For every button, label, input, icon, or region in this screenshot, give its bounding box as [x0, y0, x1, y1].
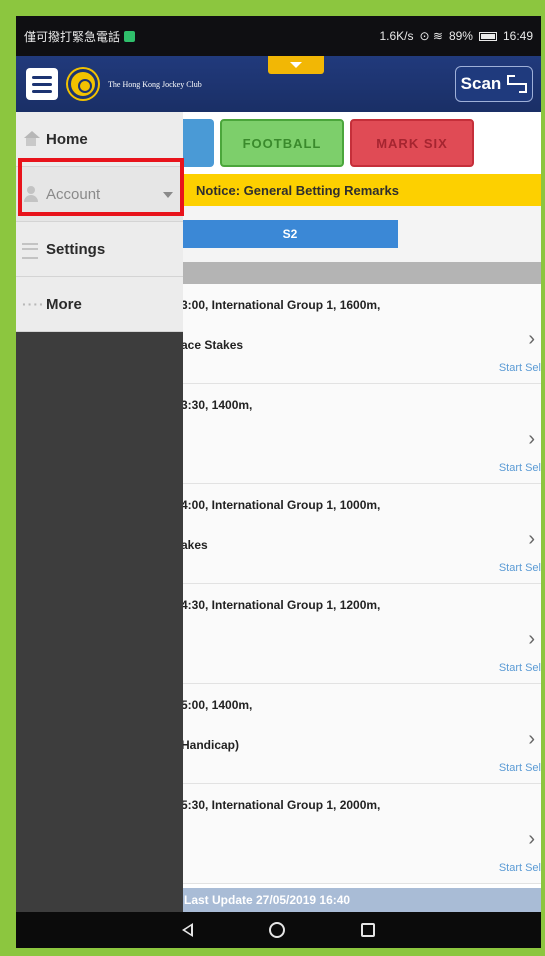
system-nav-bar	[16, 912, 541, 948]
chevron-right-icon[interactable]: ›	[528, 728, 535, 751]
scan-icon	[507, 75, 528, 93]
race-info: 5:00, 1400m,	[181, 698, 253, 712]
network-speed: 1.6K/s	[379, 29, 414, 43]
scan-button[interactable]: Scan	[455, 66, 533, 102]
start-sell-link[interactable]: Start Sel	[499, 762, 541, 774]
drawer-item-home[interactable]: Home	[16, 112, 183, 167]
drawer-item-label: Settings	[46, 240, 106, 258]
race-info: 3:00, International Group 1, 1600m,	[181, 298, 381, 312]
chevron-right-icon[interactable]: ›	[528, 628, 535, 651]
settings-icon	[22, 241, 40, 259]
battery-level: 89%	[448, 29, 473, 43]
start-sell-link[interactable]: Start Sel	[499, 362, 541, 374]
more-icon: ····	[22, 296, 45, 312]
start-sell-link[interactable]: Start Sel	[499, 862, 541, 874]
menu-icon[interactable]	[26, 68, 58, 100]
race-name: ace Stakes	[181, 338, 244, 352]
chevron-right-icon[interactable]: ›	[528, 428, 535, 451]
pull-down-tab[interactable]	[268, 56, 324, 74]
race-name: Handicap)	[181, 738, 240, 752]
tab-football[interactable]: FOOTBALL	[220, 119, 344, 167]
status-bar: 僅可撥打緊急電話 1.6K/s ⊙ ≋ 89% 16:49	[16, 16, 541, 56]
scan-label: Scan	[460, 74, 502, 93]
start-sell-link[interactable]: Start Sel	[499, 462, 541, 474]
recents-icon[interactable]	[361, 923, 375, 937]
user-icon	[22, 186, 40, 202]
phone-screen: 僅可撥打緊急電話 1.6K/s ⊙ ≋ 89% 16:49 The Hong K…	[16, 16, 541, 948]
race-name: akes	[181, 538, 208, 552]
race-info: 5:30, International Group 1, 2000m,	[181, 798, 381, 812]
navigation-drawer: Home Account Settings ···· More	[16, 112, 183, 912]
race-info: 4:30, International Group 1, 1200m,	[181, 598, 381, 612]
signal-icon: ⊙ ≋	[419, 29, 443, 43]
club-logo	[68, 69, 98, 99]
drawer-item-label: Home	[46, 130, 88, 148]
chevron-right-icon[interactable]: ›	[528, 828, 535, 851]
chevron-right-icon[interactable]: ›	[528, 528, 535, 551]
chevron-down-icon	[290, 62, 302, 68]
back-icon[interactable]	[182, 923, 193, 937]
home-circle-icon[interactable]	[269, 922, 285, 938]
drawer-item-account[interactable]: Account	[16, 167, 183, 222]
battery-icon	[478, 31, 497, 41]
club-name: The Hong Kong Jockey Club	[108, 79, 202, 89]
chevron-down-icon	[163, 192, 173, 198]
start-sell-link[interactable]: Start Sel	[499, 562, 541, 574]
start-sell-link[interactable]: Start Sel	[499, 662, 541, 674]
drawer-menu: Home Account Settings ···· More	[16, 112, 183, 332]
status-left-text: 僅可撥打緊急電話	[24, 29, 121, 44]
race-info: 3:30, 1400m,	[181, 398, 253, 412]
drawer-item-label: More	[46, 295, 82, 313]
race-selector-button[interactable]: S2	[182, 220, 398, 248]
drawer-item-settings[interactable]: Settings	[16, 222, 183, 277]
drawer-item-more[interactable]: ···· More	[16, 277, 183, 332]
tab-mark-six[interactable]: MARK SIX	[350, 119, 474, 167]
chevron-right-icon[interactable]: ›	[528, 328, 535, 351]
app-notification-icon	[124, 30, 136, 42]
clock: 16:49	[502, 29, 533, 43]
race-info: 4:00, International Group 1, 1000m,	[181, 498, 381, 512]
drawer-item-label: Account	[46, 185, 101, 203]
home-icon	[22, 131, 40, 147]
